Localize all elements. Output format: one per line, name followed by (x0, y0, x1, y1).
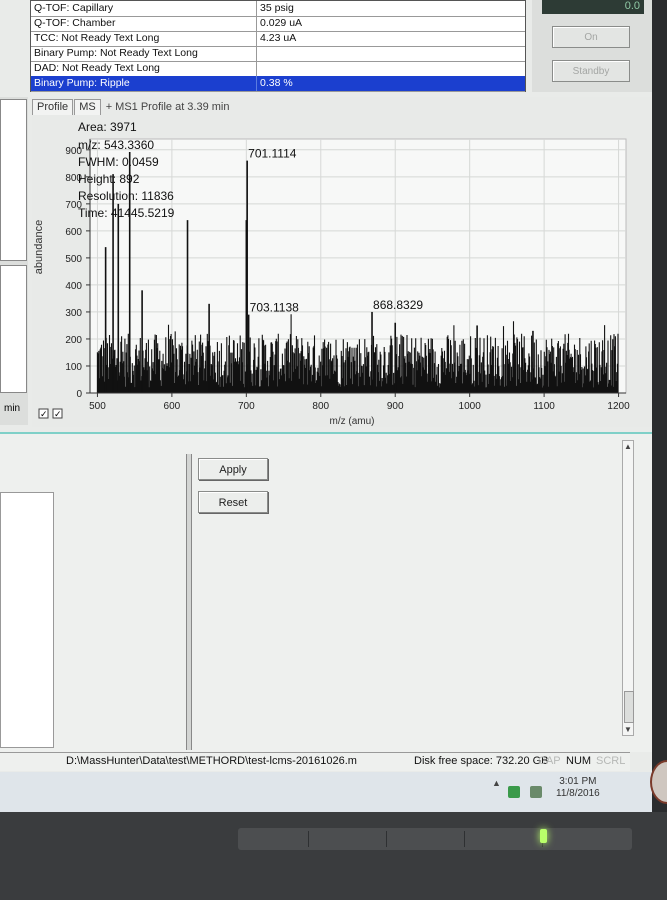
status-row[interactable]: Binary Pump: Not Ready Text Long (31, 46, 525, 62)
status-row[interactable]: Q-TOF: Capillary 35 psig (31, 1, 525, 17)
info-resolution: Resolution: 11836 (78, 189, 174, 203)
status-label: Binary Pump: Not Ready Text Long (34, 47, 198, 59)
y-axis-label: abundance (33, 220, 45, 274)
reset-button[interactable]: Reset (198, 491, 268, 513)
method-path: D:\MassHunter\Data\test\METHORD\test-lcm… (66, 755, 357, 767)
status-value: 0.029 uA (256, 16, 302, 31)
peak-label: 703.1138 (250, 301, 299, 315)
check-mark-icon: ✓ (54, 409, 62, 419)
pane-splitter[interactable] (186, 454, 192, 750)
x-tick-label: 1100 (533, 401, 555, 412)
method-list[interactable] (0, 492, 54, 748)
x-tick-label: 1000 (459, 401, 482, 412)
status-label: Binary Pump: Ripple (34, 77, 130, 89)
power-led (540, 829, 547, 843)
status-label: DAD: Not Ready Text Long (34, 62, 160, 74)
scroll-up-icon[interactable]: ▲ (624, 442, 632, 451)
clock-date: 11/8/2016 (556, 788, 600, 799)
x-axis-label: m/z (amu) (330, 416, 375, 427)
status-value: 0.38 % (256, 76, 293, 91)
network-icon[interactable] (508, 786, 520, 798)
status-value (256, 46, 260, 61)
status-value (256, 61, 260, 76)
y-tick-label: 200 (65, 335, 82, 346)
x-tick-label: 800 (312, 401, 329, 412)
status-display: 0.0 (542, 0, 644, 14)
monitor-input-button[interactable] (472, 831, 543, 847)
monitor-bezel (0, 812, 667, 900)
scroll-down-icon[interactable]: ▼ (624, 725, 632, 734)
status-label: Q-TOF: Capillary (34, 2, 114, 14)
sticker-logo (650, 760, 667, 804)
status-value: 35 psig (256, 1, 294, 16)
taskbar: ▲ 3:01 PM 11/8/2016 (0, 772, 652, 812)
num-indicator: NUM (566, 755, 592, 767)
tray-clock[interactable]: 3:01 PM 11/8/2016 (556, 776, 600, 800)
instrument-control-panel: 0.0 On Standby (532, 0, 652, 92)
x-axis-ticks: 500 600 700 800 900 1000 1100 1200 (89, 393, 630, 412)
on-button[interactable]: On (552, 26, 630, 48)
vertical-scrollbar[interactable]: ▲ ▼ (622, 440, 634, 736)
monitor-menu-button[interactable] (238, 831, 309, 847)
x-tick-label: 700 (238, 401, 255, 412)
info-height: Height: 892 (78, 172, 140, 186)
status-row[interactable]: Binary Pump: Ripple 0.38 % (31, 76, 525, 92)
time-unit-label: min (4, 403, 21, 414)
status-value: 4.23 uA (256, 31, 296, 46)
y-tick-label: 300 (65, 308, 82, 319)
status-label: Q-TOF: Chamber (34, 17, 116, 29)
y-tick-label: 100 (65, 362, 82, 373)
y-tick-label: 400 (65, 281, 82, 292)
peak-label: 868.8329 (373, 298, 423, 312)
scroll-thumb[interactable] (624, 691, 634, 723)
apply-button[interactable]: Apply (198, 458, 268, 480)
status-row[interactable]: DAD: Not Ready Text Long (31, 61, 525, 77)
monitor-screen: Q-TOF: Capillary 35 psig Q-TOF: Chamber 0.0… (0, 0, 652, 812)
standby-button[interactable]: Standby (552, 60, 630, 82)
y-tick-label: 0 (76, 389, 82, 400)
instrument-status-table: Q-TOF: Capillary 35 psig Q-TOF: Chamber 0.0… (30, 0, 526, 92)
volume-icon[interactable] (530, 786, 542, 798)
status-row[interactable]: Q-TOF: Chamber 0.029 uA (31, 16, 525, 32)
monitor-minus-button[interactable] (316, 831, 387, 847)
tray-expand-icon[interactable]: ▲ (492, 778, 501, 788)
spectrum-window: Profile MS + MS1 Profile at 3.39 min 0 100 2… (32, 97, 652, 427)
scrl-indicator: SCRL (596, 755, 626, 767)
mass-spectrum-chart[interactable]: 0 100 200 300 400 500 600 700 800 900 500 600 700 80… (32, 97, 652, 427)
x-tick-label: 1200 (607, 401, 630, 412)
disk-free-space: Disk free space: 732.20 GB (414, 755, 549, 767)
info-mz: m/z: 543.3360 (78, 138, 154, 152)
info-area: Area: 3971 (78, 120, 137, 134)
clock-time: 3:01 PM (559, 776, 597, 787)
monitor-button-strip (238, 828, 632, 850)
left-list-bottom[interactable] (0, 265, 27, 393)
status-label: TCC: Not Ready Text Long (34, 32, 160, 44)
info-time: Time: 41445.5219 (78, 206, 175, 220)
peak-label: 701.1114 (248, 147, 297, 161)
x-tick-label: 600 (164, 401, 181, 412)
info-fwhm: FWHM: 0.0459 (78, 155, 159, 169)
cap-indicator: CAP (538, 755, 561, 767)
left-list-top[interactable] (0, 99, 27, 261)
check-mark-icon: ✓ (40, 409, 48, 419)
y-tick-label: 600 (65, 227, 82, 238)
monitor-plus-button[interactable] (394, 831, 465, 847)
x-tick-label: 500 (89, 401, 106, 412)
method-editor-pane: Apply Reset ▲ ▼ (0, 432, 652, 752)
y-tick-label: 500 (65, 254, 82, 265)
status-row[interactable]: TCC: Not Ready Text Long 4.23 uA (31, 31, 525, 47)
status-bar: D:\MassHunter\Data\test\METHORD\test-lcm… (0, 752, 630, 771)
left-panel: min (0, 97, 28, 425)
x-tick-label: 900 (387, 401, 404, 412)
